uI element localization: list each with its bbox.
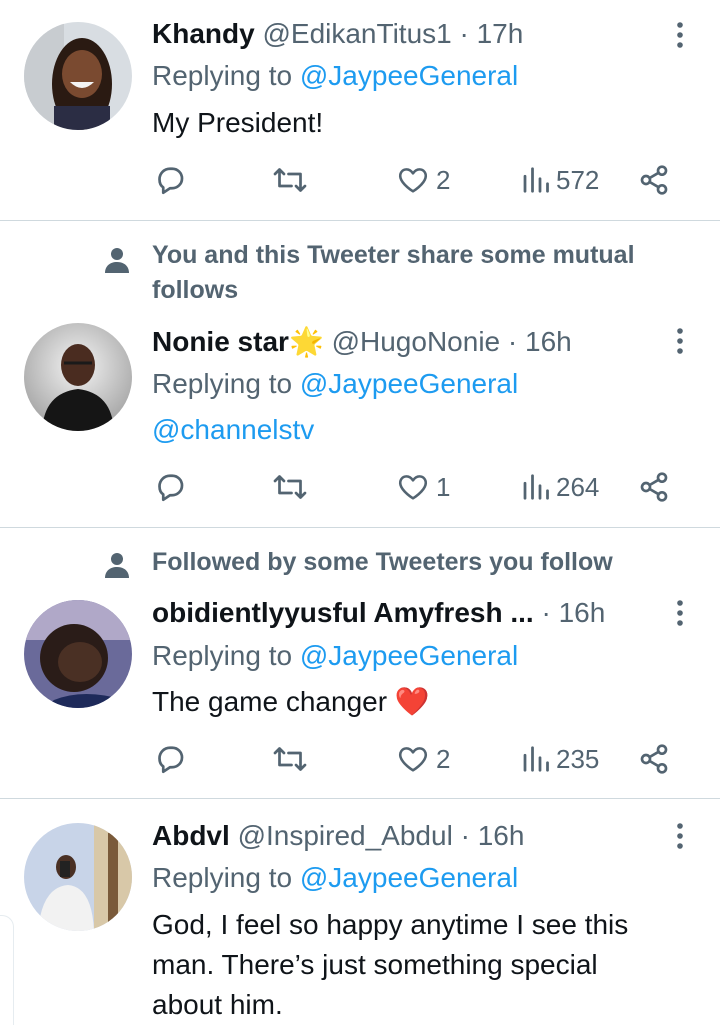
replying-to: Replying to @JaypeeGeneral bbox=[152, 364, 518, 404]
tweet-text-content: The game changer bbox=[152, 686, 388, 717]
view-count: 264 bbox=[556, 471, 600, 502]
replying-to: Replying to @JaypeeGeneral bbox=[152, 636, 518, 676]
tweet-text: The game changer ❤️ bbox=[152, 682, 680, 722]
replying-to: Replying to @JaypeeGeneral bbox=[152, 858, 518, 898]
tweet-1[interactable]: Khandy @EdikanTitus1 · 17h Replying to @… bbox=[0, 0, 720, 220]
separator-dot: · bbox=[459, 18, 469, 49]
replying-to: Replying to @JaypeeGeneral bbox=[152, 56, 518, 96]
replying-to-mention[interactable]: @JaypeeGeneral bbox=[300, 640, 518, 671]
retweet-button[interactable] bbox=[270, 467, 310, 507]
user-handle[interactable]: @EdikanTitus1 bbox=[262, 18, 451, 49]
timestamp[interactable]: 16h bbox=[478, 820, 525, 851]
tweet-text-line: God, I feel so happy anytime I see this bbox=[152, 909, 629, 940]
share-icon bbox=[640, 165, 668, 195]
tweet-3[interactable]: Followed by some Tweeters you follow obi… bbox=[0, 528, 720, 798]
display-name[interactable]: Khandy bbox=[152, 18, 255, 49]
reply-icon bbox=[158, 474, 184, 502]
share-button[interactable] bbox=[638, 160, 670, 200]
reply-icon bbox=[158, 746, 184, 774]
more-icon[interactable] bbox=[670, 20, 690, 50]
reply-button[interactable] bbox=[152, 467, 188, 507]
views-icon bbox=[523, 167, 549, 193]
replying-to-mention[interactable]: @JaypeeGeneral bbox=[300, 60, 518, 91]
tweet-header: obidientlyyusful Amyfresh ... · 16h bbox=[152, 593, 660, 633]
display-name[interactable]: obidientlyyusful Amyfresh ... bbox=[152, 597, 534, 628]
tweet-4[interactable]: Abdvl @Inspired_Abdul · 16h Replying to … bbox=[0, 799, 720, 1025]
retweet-icon bbox=[273, 475, 307, 499]
more-icon[interactable] bbox=[670, 326, 690, 356]
tweet-header: Abdvl @Inspired_Abdul · 16h bbox=[152, 816, 660, 856]
avatar[interactable] bbox=[24, 323, 132, 431]
like-count: 1 bbox=[436, 471, 451, 502]
like-icon bbox=[398, 475, 428, 500]
more-icon[interactable] bbox=[670, 821, 690, 851]
views-button[interactable]: 235 bbox=[520, 739, 599, 779]
replying-prefix: Replying to bbox=[152, 368, 300, 399]
avatar[interactable] bbox=[24, 600, 132, 708]
tweet-text-line: about him. bbox=[152, 989, 283, 1020]
like-button[interactable]: 2 bbox=[396, 160, 450, 200]
tweet-header: Nonie star🌟 @HugoNonie · 16h bbox=[152, 322, 660, 362]
view-count: 572 bbox=[556, 164, 600, 195]
views-button[interactable]: 572 bbox=[520, 160, 599, 200]
avatar[interactable] bbox=[24, 22, 132, 130]
name-emoji: 🌟 bbox=[288, 326, 324, 357]
tweet-text-line: man. There’s just something special bbox=[152, 949, 598, 980]
retweet-icon bbox=[273, 168, 307, 192]
separator-dot: · bbox=[541, 597, 551, 628]
share-button[interactable] bbox=[638, 739, 670, 779]
person-icon bbox=[105, 248, 129, 273]
replying-prefix: Replying to bbox=[152, 862, 300, 893]
heart-emoji: ❤️ bbox=[394, 686, 430, 717]
views-button[interactable]: 264 bbox=[520, 467, 599, 507]
replying-to-mention[interactable]: @JaypeeGeneral bbox=[300, 368, 518, 399]
replying-to-mention[interactable]: @JaypeeGeneral bbox=[300, 862, 518, 893]
retweet-button[interactable] bbox=[270, 160, 310, 200]
more-icon[interactable] bbox=[670, 598, 690, 628]
views-icon bbox=[523, 746, 549, 772]
tweet-text: My President! bbox=[152, 107, 324, 138]
like-count: 2 bbox=[436, 164, 451, 195]
like-count: 2 bbox=[436, 743, 451, 774]
display-name[interactable]: Abdvl bbox=[152, 820, 230, 851]
share-icon bbox=[640, 744, 668, 774]
reply-button[interactable] bbox=[152, 739, 188, 779]
tweet-2[interactable]: You and this Tweeter share some mutual f… bbox=[0, 221, 720, 527]
action-bar: 2 572 bbox=[152, 160, 682, 200]
views-icon bbox=[523, 474, 549, 500]
replying-prefix: Replying to bbox=[152, 640, 300, 671]
share-button[interactable] bbox=[638, 467, 670, 507]
timestamp[interactable]: 16h bbox=[525, 326, 572, 357]
share-icon bbox=[640, 472, 668, 502]
action-bar: 2 235 bbox=[152, 739, 682, 779]
avatar[interactable] bbox=[24, 823, 132, 931]
like-icon bbox=[398, 747, 428, 772]
like-button[interactable]: 1 bbox=[396, 467, 450, 507]
user-handle[interactable]: @Inspired_Abdul bbox=[238, 820, 453, 851]
side-tab-handle[interactable] bbox=[0, 915, 14, 1025]
tweet-text: God, I feel so happy anytime I see this … bbox=[152, 905, 680, 1025]
replying-prefix: Replying to bbox=[152, 60, 300, 91]
separator-dot: · bbox=[460, 820, 470, 851]
social-context: Followed by some Tweeters you follow bbox=[152, 548, 613, 576]
reply-icon bbox=[158, 167, 184, 195]
timestamp[interactable]: 16h bbox=[559, 597, 606, 628]
action-bar: 1 264 bbox=[152, 467, 682, 507]
reply-button[interactable] bbox=[152, 160, 188, 200]
tweet-text-mention[interactable]: @channelstv bbox=[152, 410, 680, 450]
view-count: 235 bbox=[556, 743, 600, 774]
social-context: You and this Tweeter share some mutual f… bbox=[152, 241, 635, 304]
retweet-icon bbox=[273, 747, 307, 771]
tweet-header: Khandy @EdikanTitus1 · 17h bbox=[152, 14, 660, 54]
timestamp[interactable]: 17h bbox=[477, 18, 524, 49]
user-handle[interactable]: @HugoNonie bbox=[332, 326, 501, 357]
like-button[interactable]: 2 bbox=[396, 739, 450, 779]
retweet-button[interactable] bbox=[270, 739, 310, 779]
display-name[interactable]: Nonie star bbox=[152, 326, 289, 357]
like-icon bbox=[398, 168, 428, 193]
separator-dot: · bbox=[507, 326, 518, 357]
person-icon bbox=[105, 553, 129, 578]
